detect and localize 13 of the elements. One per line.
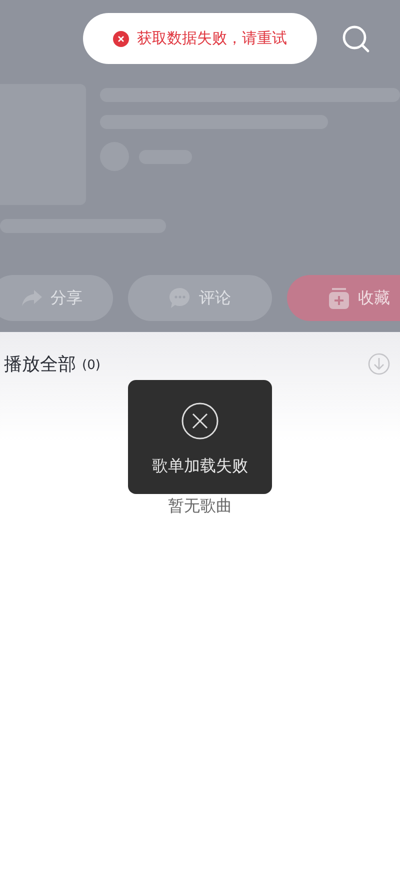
toast-message: 歌单加载失败: [152, 456, 248, 477]
add-folder-icon: [328, 287, 350, 309]
close-circle-icon: [181, 402, 219, 440]
song-count: (0): [82, 358, 100, 373]
error-icon: [113, 30, 129, 46]
collect-button[interactable]: 收藏: [287, 275, 400, 321]
comment-button[interactable]: 评论: [128, 275, 272, 321]
empty-message: 暂无歌曲: [168, 496, 232, 517]
search-icon[interactable]: [342, 25, 370, 53]
share-button[interactable]: 分享: [0, 275, 113, 321]
play-all-label[interactable]: 播放全部: [4, 352, 76, 376]
download-icon[interactable]: [368, 353, 390, 375]
error-message: 获取数据失败，请重试: [137, 29, 287, 48]
